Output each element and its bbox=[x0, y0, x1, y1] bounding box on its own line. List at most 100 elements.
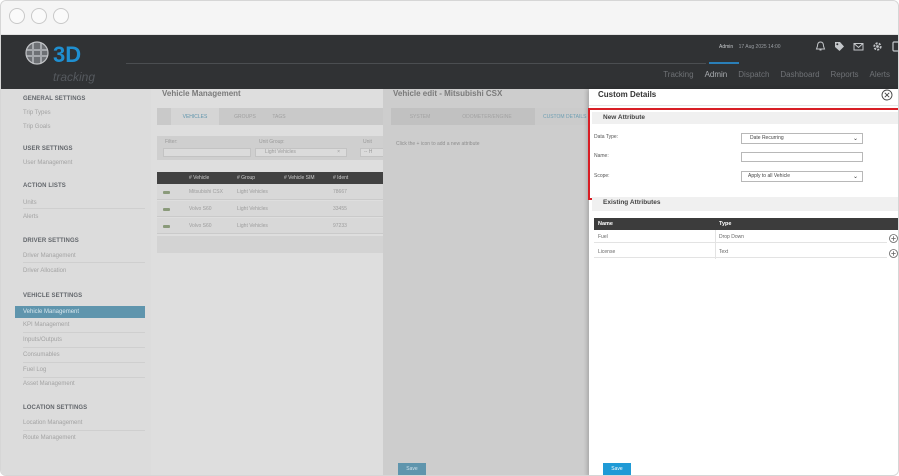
tab-tags[interactable]: TAGS bbox=[263, 108, 295, 125]
table-footer bbox=[157, 236, 383, 253]
unit-select[interactable]: -- H bbox=[360, 148, 383, 157]
unit-group-label: Unit Group: bbox=[259, 139, 285, 145]
sidebar-divider bbox=[23, 362, 145, 363]
close-window-button[interactable] bbox=[9, 8, 25, 24]
minimize-window-button[interactable] bbox=[31, 8, 47, 24]
sidebar-item-user-management[interactable]: User Management bbox=[23, 160, 72, 166]
maximize-window-button[interactable] bbox=[53, 8, 69, 24]
device-icon[interactable] bbox=[891, 40, 899, 52]
vehicle-save-button[interactable]: Save bbox=[398, 463, 426, 475]
sidebar-item-route-management[interactable]: Route Management bbox=[23, 435, 76, 441]
svg-text:tracking: tracking bbox=[53, 70, 95, 84]
tag-icon[interactable] bbox=[834, 41, 845, 52]
close-icon[interactable] bbox=[881, 89, 893, 101]
name-label: Name: bbox=[594, 153, 609, 159]
vehicle-edit-tabs: SYSTEM ODOMETER/ENGINE CUSTOM DETAILS bbox=[391, 108, 589, 125]
unit-select-value: -- H bbox=[364, 149, 373, 155]
sidebar-item-alerts[interactable]: Alerts bbox=[23, 214, 38, 220]
company-logo[interactable]: 3D tracking bbox=[17, 35, 137, 89]
add-attribute-hint: Click the + icon to add a new attribute bbox=[396, 141, 480, 147]
column-ident[interactable]: # Ident bbox=[333, 175, 348, 181]
sidebar-section-user: USER SETTINGS bbox=[23, 146, 73, 152]
browser-window: 3D tracking Admin 17 Aug 2025 14:00 Trac… bbox=[0, 0, 899, 476]
user-info: Admin 17 Aug 2025 14:00 bbox=[719, 44, 781, 50]
filter-bar: Filter: Unit Group: Light Vehicles × Uni… bbox=[157, 136, 383, 160]
nav-admin[interactable]: Admin bbox=[705, 70, 728, 79]
column-group[interactable]: # Group bbox=[237, 175, 255, 181]
sidebar-section-general: GENERAL SETTINGS bbox=[23, 96, 86, 102]
sidebar-item-fuel-log[interactable]: Fuel Log bbox=[23, 367, 46, 373]
table-row[interactable]: Volvo S60 Light Vehicles 97233 bbox=[157, 218, 383, 234]
data-type-select[interactable]: Date Recurring ⌄ bbox=[741, 133, 863, 144]
sidebar-item-kpi-management[interactable]: KPI Management bbox=[23, 322, 69, 328]
cell-ident: 97233 bbox=[333, 223, 347, 229]
sidebar-item-vehicle-management[interactable]: Vehicle Management bbox=[15, 306, 145, 318]
vehicle-edit-panel bbox=[383, 89, 589, 475]
cell-type: Text bbox=[719, 249, 729, 255]
table-row[interactable]: Volvo S60 Light Vehicles 33455 bbox=[157, 201, 383, 217]
nav-dashboard[interactable]: Dashboard bbox=[780, 70, 819, 79]
column-vehicle-sim[interactable]: # Vehicle SIM bbox=[284, 175, 315, 181]
nav-alerts[interactable]: Alerts bbox=[870, 70, 890, 79]
mail-icon[interactable] bbox=[853, 41, 864, 52]
new-attribute-title: New Attribute bbox=[603, 114, 646, 121]
sidebar-section-location: LOCATION SETTINGS bbox=[23, 405, 88, 411]
data-type-value: Date Recurring bbox=[750, 135, 784, 141]
custom-details-title: Custom Details bbox=[598, 90, 657, 99]
bell-icon[interactable] bbox=[815, 40, 826, 52]
cell-group: Light Vehicles bbox=[237, 189, 268, 195]
vehicle-management-tabs: VEHICLES GROUPS TAGS bbox=[157, 108, 383, 125]
sidebar-divider bbox=[23, 377, 145, 378]
tab-system[interactable]: SYSTEM bbox=[401, 108, 439, 125]
sidebar-item-label: Vehicle Management bbox=[23, 309, 80, 315]
cell-vehicle: Volvo S60 bbox=[189, 223, 212, 229]
sidebar-item-units[interactable]: Units bbox=[23, 200, 37, 206]
column-divider bbox=[715, 230, 716, 259]
sidebar-item-location-management[interactable]: Location Management bbox=[23, 420, 82, 426]
cell-type: Drop Down bbox=[719, 234, 745, 240]
gear-icon[interactable] bbox=[872, 41, 883, 52]
tab-custom-details[interactable]: CUSTOM DETAILS bbox=[535, 108, 589, 125]
sidebar-item-driver-allocation[interactable]: Driver Allocation bbox=[23, 268, 66, 274]
scope-select[interactable]: Apply to all Vehicle ⌄ bbox=[741, 171, 863, 182]
tab-groups[interactable]: GROUPS bbox=[227, 108, 263, 125]
filter-label: Filter: bbox=[165, 139, 178, 145]
scope-value: Apply to all Vehicle bbox=[748, 173, 790, 179]
tab-vehicles[interactable]: VEHICLES bbox=[171, 108, 219, 125]
sidebar-item-inputs-outputs[interactable]: Inputs/Outputs bbox=[23, 337, 62, 343]
add-icon[interactable] bbox=[889, 249, 898, 258]
sidebar-item-trip-types[interactable]: Trip Types bbox=[23, 110, 51, 116]
cell-vehicle: Mitsubishi CSX bbox=[189, 189, 223, 195]
unit-label: Unit bbox=[363, 139, 372, 145]
cell-group: Light Vehicles bbox=[237, 223, 268, 229]
chevron-down-icon: ⌄ bbox=[852, 174, 858, 180]
cell-ident: 33455 bbox=[333, 206, 347, 212]
custom-details-panel bbox=[589, 89, 898, 475]
sidebar-item-trip-goals[interactable]: Trip Goals bbox=[23, 124, 50, 130]
add-icon[interactable] bbox=[889, 234, 898, 243]
nav-reports[interactable]: Reports bbox=[831, 70, 859, 79]
app-header: 3D tracking Admin 17 Aug 2025 14:00 Trac… bbox=[1, 35, 899, 89]
sidebar-item-consumables[interactable]: Consumables bbox=[23, 352, 60, 358]
data-type-label: Data Type: bbox=[594, 134, 619, 140]
top-nav: Tracking Admin Dispatch Dashboard Report… bbox=[663, 70, 890, 79]
filter-input[interactable] bbox=[163, 148, 251, 157]
header-end-cell bbox=[887, 218, 898, 230]
sidebar-item-driver-management[interactable]: Driver Management bbox=[23, 253, 76, 259]
nav-tracking[interactable]: Tracking bbox=[663, 70, 693, 79]
chevron-down-icon: ⌄ bbox=[852, 136, 858, 142]
unit-group-select[interactable]: Light Vehicles × bbox=[255, 148, 347, 157]
sidebar-item-asset-management[interactable]: Asset Management bbox=[23, 381, 75, 387]
tab-odometer-engine[interactable]: ODOMETER/ENGINE bbox=[447, 108, 527, 125]
user-name[interactable]: Admin bbox=[719, 44, 733, 50]
car-icon bbox=[163, 225, 170, 228]
nav-dispatch[interactable]: Dispatch bbox=[738, 70, 769, 79]
table-row[interactable]: Fuel Drop Down bbox=[594, 230, 887, 243]
table-row[interactable]: Mitsubishi CSX Light Vehicles 78667 bbox=[157, 184, 383, 200]
table-row[interactable]: License Text bbox=[594, 245, 887, 258]
save-button[interactable]: Save bbox=[603, 463, 631, 475]
name-input[interactable] bbox=[741, 152, 863, 162]
unit-group-clear[interactable]: × bbox=[337, 149, 340, 156]
sidebar-divider bbox=[23, 332, 145, 333]
column-vehicle[interactable]: # Vehicle bbox=[189, 175, 209, 181]
